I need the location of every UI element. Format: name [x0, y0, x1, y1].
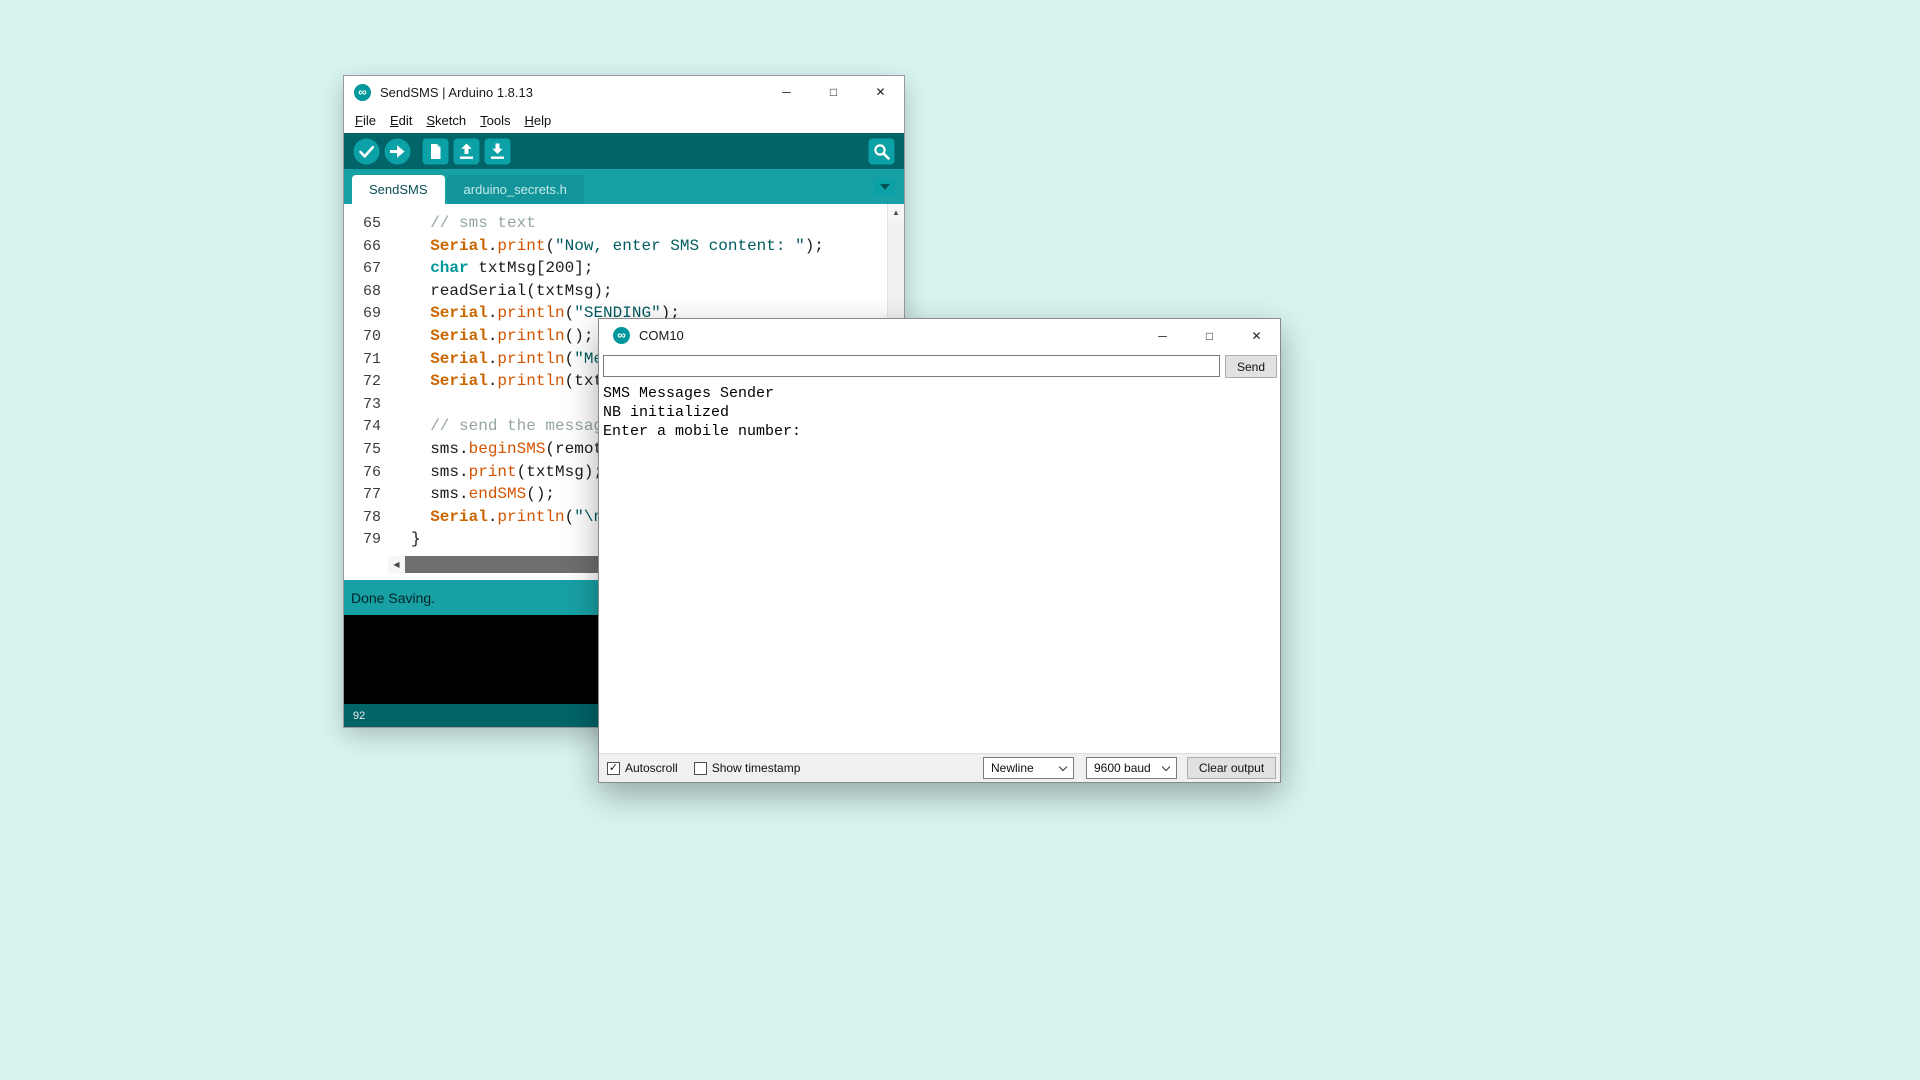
- arduino-window-title: SendSMS | Arduino 1.8.13: [380, 85, 533, 100]
- toolbar: [344, 133, 904, 169]
- line-number: 72: [344, 371, 381, 394]
- maximize-icon[interactable]: □: [1186, 319, 1233, 352]
- menu-file[interactable]: File: [348, 113, 383, 128]
- serial-output-line: NB initialized: [603, 403, 1278, 422]
- line-number: 66: [344, 236, 381, 259]
- serial-input-row: Send: [599, 352, 1280, 380]
- tab-arduino-secrets[interactable]: arduino_secrets.h: [447, 175, 584, 204]
- menu-edit[interactable]: Edit: [383, 113, 419, 128]
- line-number: 70: [344, 326, 381, 349]
- autoscroll-label: Autoscroll: [625, 761, 678, 775]
- chevron-down-icon: [1059, 763, 1067, 771]
- autoscroll-checkbox[interactable]: ✓: [607, 762, 620, 775]
- tab-bar: SendSMS arduino_secrets.h: [344, 169, 904, 204]
- close-icon[interactable]: ✕: [1233, 319, 1280, 352]
- menu-help[interactable]: Help: [517, 113, 558, 128]
- status-message: Done Saving.: [351, 590, 435, 606]
- line-number: 77: [344, 484, 381, 507]
- serial-message-input[interactable]: [603, 355, 1220, 377]
- serial-output-line: SMS Messages Sender: [603, 384, 1278, 403]
- arduino-logo-icon: ∞: [613, 327, 630, 344]
- serial-monitor-window: ∞ COM10 ─ □ ✕ Send SMS Messages SenderNB…: [598, 318, 1281, 783]
- code-line: 66 Serial.print("Now, enter SMS content:…: [344, 235, 904, 258]
- serial-window-title: COM10: [639, 328, 684, 343]
- document-icon: [422, 138, 449, 165]
- window-controls: ─ □ ✕: [1139, 319, 1280, 352]
- line-number: 71: [344, 349, 381, 372]
- arrow-up-icon: [453, 138, 480, 165]
- arduino-titlebar[interactable]: ∞ SendSMS | Arduino 1.8.13 ─ □ ✕: [344, 76, 904, 108]
- line-ending-select[interactable]: Newline: [983, 757, 1074, 779]
- window-controls: ─ □ ✕: [763, 76, 904, 108]
- line-number: 73: [344, 394, 381, 417]
- menu-sketch[interactable]: Sketch: [419, 113, 473, 128]
- new-sketch-button[interactable]: [422, 138, 449, 165]
- code-line: 68 readSerial(txtMsg);: [344, 280, 904, 303]
- current-line-indicator: 92: [353, 710, 365, 722]
- open-sketch-button[interactable]: [453, 138, 480, 165]
- close-icon[interactable]: ✕: [857, 76, 904, 108]
- verify-button[interactable]: [353, 138, 380, 165]
- serial-output: SMS Messages SenderNB initializedEnter a…: [599, 380, 1280, 753]
- arrow-right-icon: [384, 138, 411, 165]
- line-ending-value: Newline: [991, 761, 1034, 775]
- chevron-down-icon: [880, 184, 890, 190]
- line-number: 76: [344, 462, 381, 485]
- arrow-down-icon: [484, 138, 511, 165]
- line-number: 74: [344, 416, 381, 439]
- desktop-background: ∞ SendSMS | Arduino 1.8.13 ─ □ ✕ FileEdi…: [0, 0, 1920, 1080]
- baud-rate-value: 9600 baud: [1094, 761, 1151, 775]
- upload-button[interactable]: [384, 138, 411, 165]
- magnifier-icon: [868, 138, 895, 165]
- minimize-icon[interactable]: ─: [1139, 319, 1186, 352]
- minimize-icon[interactable]: ─: [763, 76, 810, 108]
- scrollbar-thumb[interactable]: [405, 556, 599, 573]
- serial-output-line: Enter a mobile number:: [603, 422, 1278, 441]
- clear-output-button[interactable]: Clear output: [1187, 757, 1276, 779]
- show-timestamp-label: Show timestamp: [712, 761, 801, 775]
- line-number: 68: [344, 281, 381, 304]
- save-sketch-button[interactable]: [484, 138, 511, 165]
- line-number: 65: [344, 213, 381, 236]
- line-number: 69: [344, 303, 381, 326]
- line-number: 67: [344, 258, 381, 281]
- line-number: 75: [344, 439, 381, 462]
- tab-sendsms[interactable]: SendSMS: [352, 175, 445, 204]
- menu-bar: FileEditSketchToolsHelp: [344, 108, 904, 133]
- arduino-logo-icon: ∞: [354, 84, 371, 101]
- checkmark-icon: [353, 138, 380, 165]
- serial-bottom-bar: ✓ Autoscroll Show timestamp Newline 9600…: [599, 753, 1280, 782]
- menu-tools[interactable]: Tools: [473, 113, 517, 128]
- baud-rate-select[interactable]: 9600 baud: [1086, 757, 1177, 779]
- chevron-down-icon: [1162, 763, 1170, 771]
- send-button[interactable]: Send: [1225, 355, 1277, 378]
- line-number: 79: [344, 529, 381, 552]
- code-line: 65 // sms text: [344, 212, 904, 235]
- serial-titlebar[interactable]: ∞ COM10 ─ □ ✕: [599, 319, 1280, 352]
- serial-monitor-button[interactable]: [868, 138, 895, 165]
- scroll-up-button[interactable]: ▲: [888, 204, 904, 221]
- line-number: 78: [344, 507, 381, 530]
- scroll-left-button[interactable]: ◀: [388, 556, 405, 573]
- tab-list-button[interactable]: [874, 178, 895, 196]
- maximize-icon[interactable]: □: [810, 76, 857, 108]
- code-line: 67 char txtMsg[200];: [344, 257, 904, 280]
- show-timestamp-checkbox[interactable]: [694, 762, 707, 775]
